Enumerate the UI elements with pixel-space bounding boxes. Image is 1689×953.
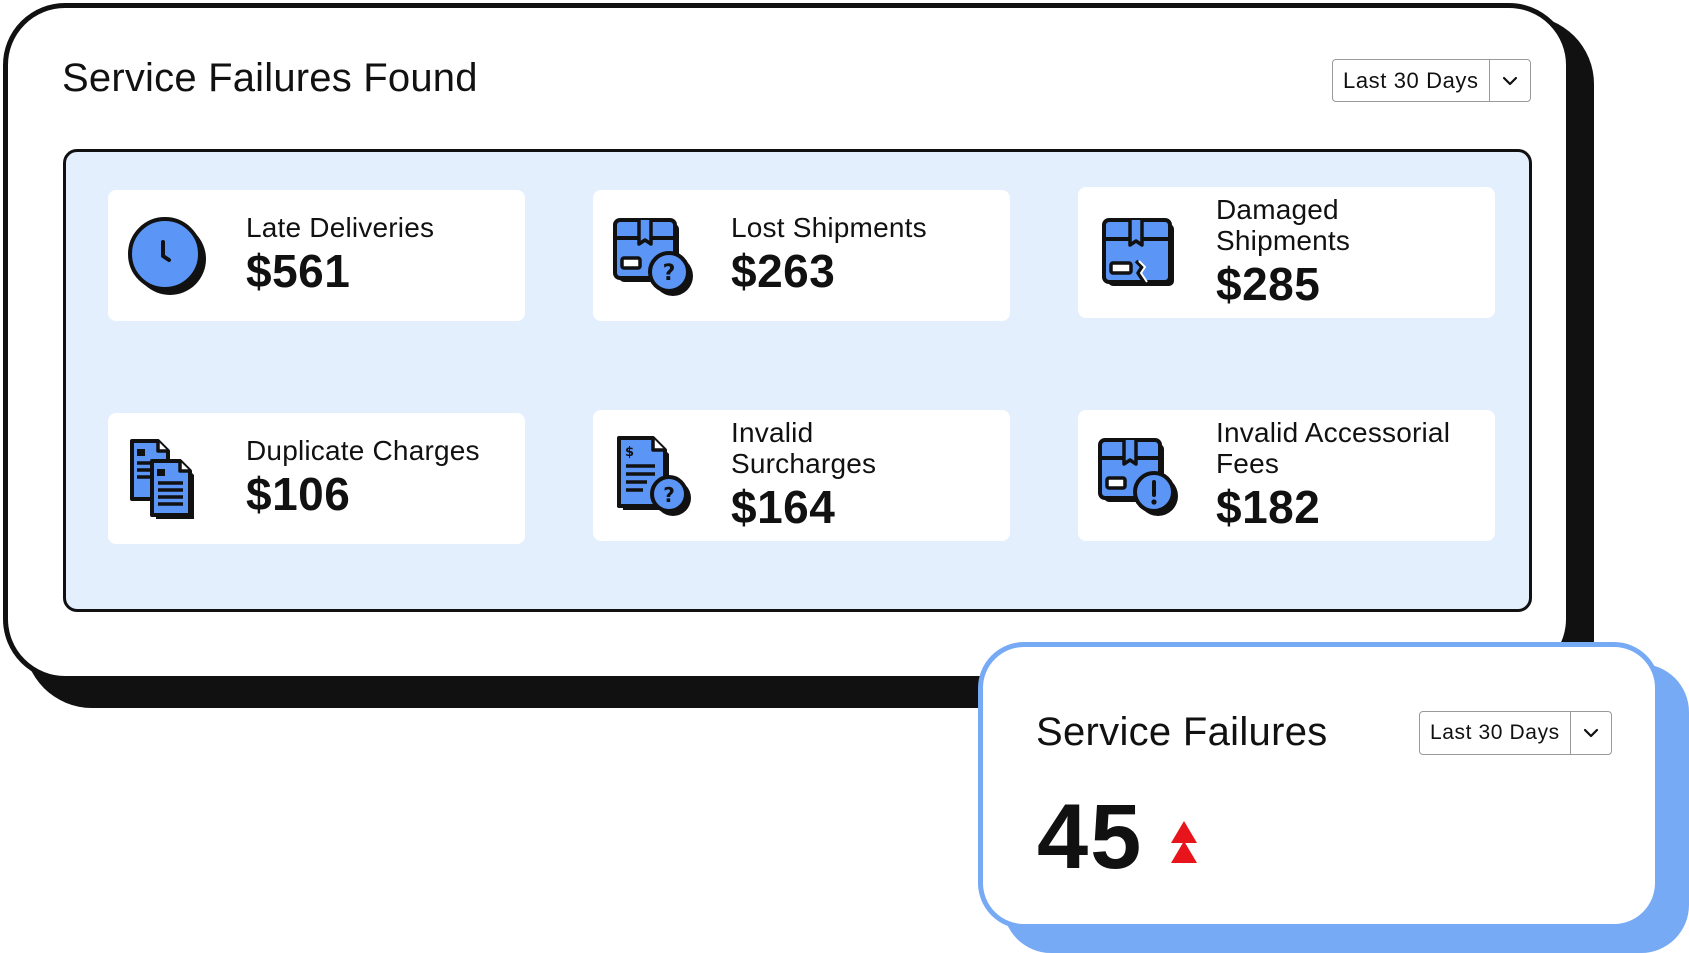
card-invalid-surcharges[interactable]: $ ? Invalid Surcharges $164 (593, 410, 1010, 541)
card-value: $182 (1216, 480, 1321, 533)
card-label: Duplicate Charges (246, 435, 480, 466)
panel-title: Service Failures Found (62, 56, 478, 100)
date-range-value: Last 30 Days (1430, 721, 1560, 744)
card-value: $106 (246, 468, 351, 520)
date-range-select[interactable]: Last 30 Days (1332, 59, 1531, 102)
card-value: $285 (1216, 257, 1321, 310)
service-failures-panel: Service Failures Last 30 Days 45 (978, 642, 1660, 929)
svg-text:$: $ (625, 445, 634, 460)
svg-text:?: ? (663, 261, 676, 286)
card-invalid-accessorial-fees[interactable]: Invalid Accessorial Fees $182 (1078, 410, 1495, 541)
invoice-question-icon: $ ? (611, 434, 695, 518)
clock-icon (126, 214, 210, 298)
card-label: Late Deliveries (246, 212, 435, 243)
card-label: Invalid Surcharges (731, 416, 877, 479)
card-label: Invalid Accessorial Fees (1216, 416, 1451, 479)
duplicate-documents-icon (126, 437, 210, 521)
card-label: Damaged Shipments (1216, 193, 1351, 256)
card-late-deliveries[interactable]: Late Deliveries $561 (108, 190, 525, 321)
damaged-box-icon (1096, 211, 1180, 295)
card-damaged-shipments[interactable]: Damaged Shipments $285 (1078, 187, 1495, 318)
service-failures-found-panel: Service Failures Found Last 30 Days Late… (3, 3, 1571, 681)
box-question-icon: ? (611, 214, 695, 298)
date-range-value: Last 30 Days (1343, 67, 1479, 93)
card-label: Lost Shipments (731, 212, 927, 243)
chevron-down-icon[interactable] (1488, 60, 1530, 101)
card-duplicate-charges[interactable]: Duplicate Charges $106 (108, 413, 525, 544)
card-value: $164 (731, 480, 836, 533)
chevron-down-icon[interactable] (1569, 712, 1611, 754)
date-range-select[interactable]: Last 30 Days (1419, 711, 1612, 755)
service-failures-count: 45 (1037, 786, 1144, 888)
failure-cards-grid: Late Deliveries $561 ? Lost Shipments $2… (63, 149, 1532, 612)
svg-text:?: ? (663, 483, 675, 507)
box-alert-icon (1096, 434, 1180, 518)
panel-title: Service Failures (1036, 710, 1328, 754)
card-lost-shipments[interactable]: ? Lost Shipments $263 (593, 190, 1010, 321)
card-value: $561 (246, 245, 351, 297)
trend-up-icon (1169, 819, 1199, 867)
card-value: $263 (731, 245, 836, 297)
